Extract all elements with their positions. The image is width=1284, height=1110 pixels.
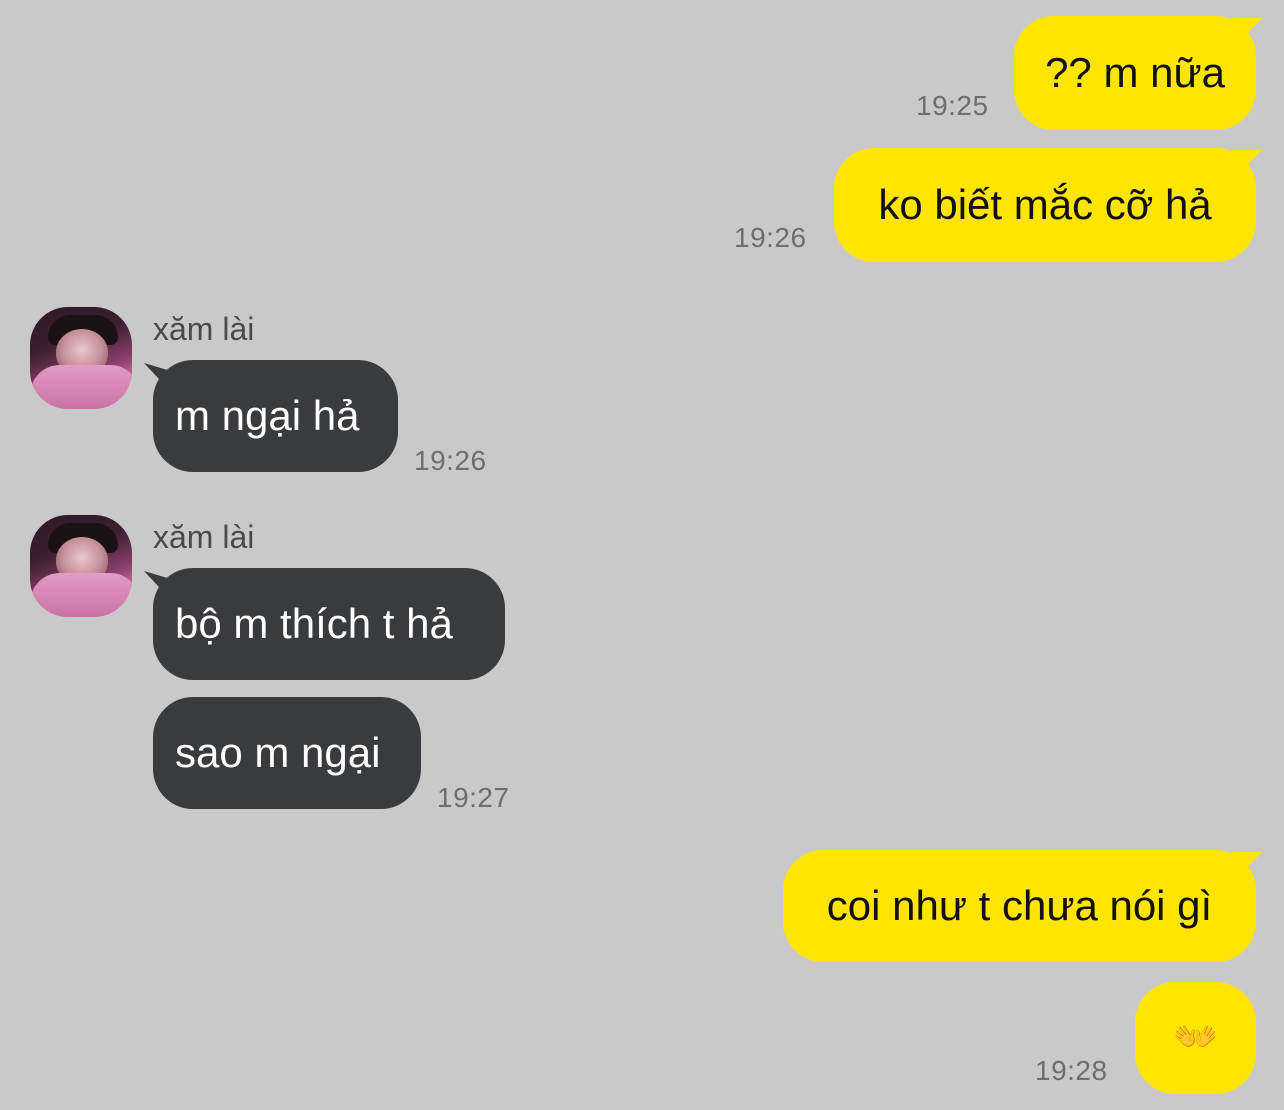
incoming-message[interactable]: sao m ngại xyxy=(153,697,421,809)
avatar-sleeve xyxy=(30,365,132,409)
message-time: 19:26 xyxy=(414,445,487,476)
message-text: bộ m thích t hả xyxy=(175,600,453,647)
sender-avatar[interactable] xyxy=(30,515,132,617)
message-time: 19:28 xyxy=(1035,1055,1108,1086)
sender-avatar[interactable] xyxy=(30,307,132,409)
outgoing-message[interactable]: 👐 xyxy=(1135,982,1256,1094)
outgoing-message[interactable]: ko biết mắc cỡ hả xyxy=(834,148,1256,262)
incoming-message[interactable]: m ngại hả xyxy=(153,360,398,472)
message-text: ko biết mắc cỡ hả xyxy=(878,181,1212,228)
message-time: 19:26 xyxy=(734,222,807,253)
sender-name: xăm lài xyxy=(153,519,255,555)
avatar-sleeve xyxy=(30,573,132,617)
message-text: ?? m nữa xyxy=(1045,49,1225,96)
sender-name: xăm lài xyxy=(153,311,255,347)
message-time: 19:27 xyxy=(437,782,510,813)
open-hands-emoji: 👐 xyxy=(1173,1017,1218,1058)
outgoing-message[interactable]: ?? m nữa xyxy=(1014,16,1256,130)
message-time: 19:25 xyxy=(916,90,989,121)
incoming-message[interactable]: bộ m thích t hả xyxy=(153,568,505,680)
message-text: sao m ngại xyxy=(175,729,381,776)
message-text: coi như t chưa nói gì xyxy=(826,882,1213,929)
outgoing-message[interactable]: coi như t chưa nói gì xyxy=(783,850,1256,962)
message-text: m ngại hả xyxy=(175,392,360,439)
